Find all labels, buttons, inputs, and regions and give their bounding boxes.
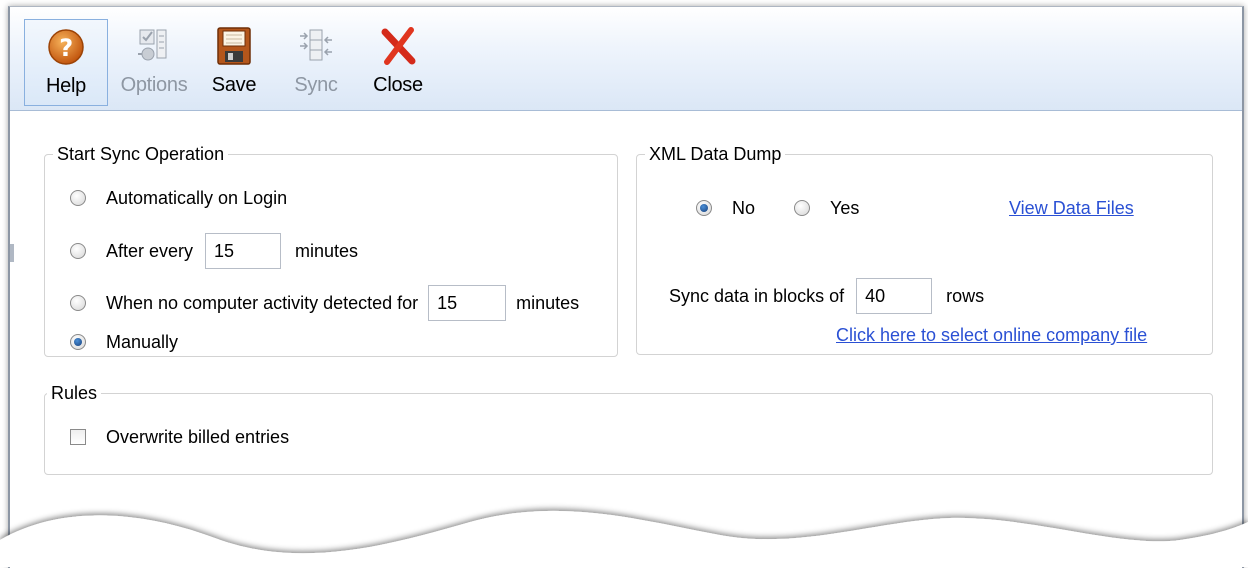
overwrite-billed-checkbox[interactable] <box>70 429 86 445</box>
save-button[interactable]: Save <box>204 19 264 104</box>
xml-no-radio[interactable] <box>696 200 712 216</box>
no-activity-option[interactable]: When no computer activity detected for 1… <box>70 285 579 321</box>
sync-label: Sync <box>294 74 338 96</box>
overwrite-billed-option[interactable]: Overwrite billed entries <box>70 424 289 450</box>
help-icon: ? <box>48 29 84 65</box>
sync-button[interactable]: Sync <box>288 19 344 104</box>
sync-blocks-row: Sync data in blocks of 40 rows <box>669 278 984 314</box>
manually-radio[interactable] <box>70 334 86 350</box>
window-edge-marker <box>10 244 14 262</box>
view-data-files-link[interactable]: View Data Files <box>1009 198 1134 219</box>
help-button[interactable]: ? Help <box>24 19 108 106</box>
sync-blocks-input[interactable]: 40 <box>856 278 933 314</box>
after-every-minutes-input[interactable]: 15 <box>205 233 282 269</box>
svg-text:?: ? <box>59 34 73 62</box>
no-activity-radio[interactable] <box>70 295 86 311</box>
xml-yes-option[interactable]: Yes <box>794 195 859 221</box>
toolbar: ? Help Options Save Sync Close <box>10 7 1242 111</box>
overwrite-billed-label: Overwrite billed entries <box>106 426 290 447</box>
rules-title: Rules <box>47 380 102 406</box>
after-every-unit: minutes <box>295 240 359 261</box>
floppy-disk-icon <box>217 27 251 65</box>
xml-dump-title: XML Data Dump <box>645 141 786 167</box>
close-label: Close <box>373 74 423 96</box>
manually-option[interactable]: Manually <box>70 329 178 355</box>
xml-no-option[interactable]: No <box>696 195 755 221</box>
options-icon <box>138 29 167 61</box>
manually-label: Manually <box>106 331 179 352</box>
auto-login-radio[interactable] <box>70 190 86 206</box>
close-button[interactable]: Close <box>366 19 430 104</box>
rules-group: Rules Overwrite billed entries <box>44 380 1213 475</box>
xml-yes-radio[interactable] <box>794 200 810 216</box>
no-activity-minutes-input[interactable]: 15 <box>428 285 507 321</box>
xml-no-label: No <box>732 197 756 218</box>
no-activity-label: When no computer activity detected for <box>106 292 419 313</box>
xml-yes-label: Yes <box>830 197 860 218</box>
sync-blocks-label: Sync data in blocks of <box>669 285 845 306</box>
options-button[interactable]: Options <box>114 19 194 104</box>
close-icon <box>381 27 416 65</box>
after-every-option[interactable]: After every 15 minutes <box>70 233 358 269</box>
after-every-label: After every <box>106 240 194 261</box>
help-label: Help <box>46 75 86 97</box>
start-sync-group: Start Sync Operation Automatically on Lo… <box>44 141 618 357</box>
start-sync-title: Start Sync Operation <box>53 141 229 167</box>
auto-login-option[interactable]: Automatically on Login <box>70 185 287 211</box>
after-every-radio[interactable] <box>70 243 86 259</box>
auto-login-label: Automatically on Login <box>106 187 288 208</box>
save-label: Save <box>211 74 257 96</box>
sync-icon <box>300 29 332 61</box>
options-label: Options <box>120 74 188 96</box>
select-company-file-link[interactable]: Click here to select online company file <box>836 325 1147 346</box>
xml-dump-group: XML Data Dump No Yes View Data Files Syn… <box>636 141 1213 355</box>
no-activity-unit: minutes <box>516 292 580 313</box>
sync-settings-window: ? Help Options Save Sync Close Start Syn… <box>8 6 1244 568</box>
sync-blocks-unit: rows <box>946 285 985 306</box>
